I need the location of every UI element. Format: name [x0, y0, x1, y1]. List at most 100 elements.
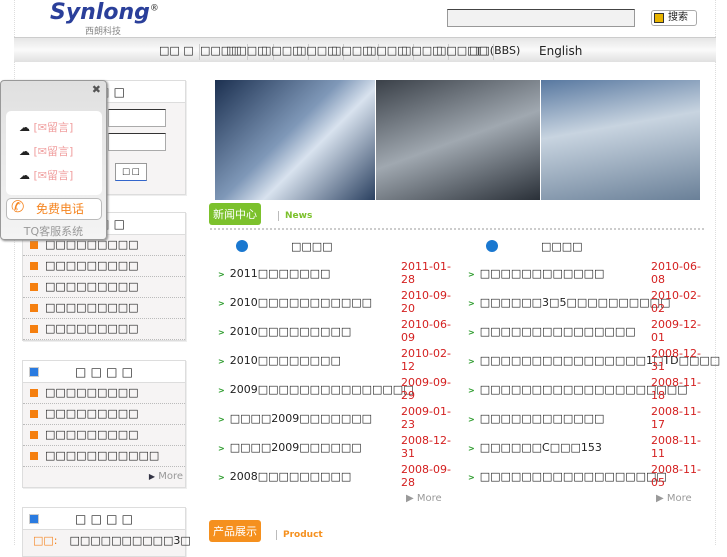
news-item[interactable]: > □□□□2009□□□□□□□: [218, 412, 372, 425]
list-item[interactable]: □□□□□□□□□: [23, 319, 185, 340]
tq-contact[interactable]: ☁ [✉留言]: [19, 119, 73, 135]
news-item[interactable]: >2010□□□□□□□□□□□: [218, 296, 372, 309]
arrow-icon: >: [218, 299, 225, 308]
bullet-icon: [30, 304, 38, 312]
box-icon: [29, 514, 39, 524]
tq-system-label: TQ客服系统: [23, 225, 84, 238]
news-date: 2009-12-01: [651, 318, 701, 344]
close-icon[interactable]: ✖: [92, 83, 101, 96]
play-icon: ▶: [406, 493, 417, 504]
news-date: 2008-11-05: [651, 463, 701, 489]
news-date: 2010-02-12: [401, 347, 451, 373]
news-date: 2010-09-20: [401, 289, 451, 315]
arrow-icon: >: [468, 415, 475, 424]
news-column-title: □□□□: [486, 240, 583, 253]
list-item[interactable]: □□□□□□□□□: [23, 404, 185, 425]
username-input[interactable]: [108, 109, 166, 127]
box-3: □ □ □ □ □□□□□□□□□ □□□□□□□□□ □□□□□□□□□ □□□□□…: [22, 360, 186, 488]
news-item[interactable]: > □□□□□□□□□□□□□□□□□□: [468, 470, 667, 483]
arrow-icon: >: [468, 270, 475, 279]
box-4-title: □ □ □ □: [23, 508, 185, 530]
more-link[interactable]: ▶ More: [23, 467, 185, 487]
news-section-en: News: [278, 211, 312, 221]
arrow-icon: >: [468, 444, 475, 453]
more-link[interactable]: ▶ More: [406, 493, 442, 504]
bullet-icon: [30, 410, 38, 418]
column-icon: [486, 240, 498, 252]
arrow-icon: >: [468, 299, 475, 308]
news-item[interactable]: > □□□□□□□□□□□□: [468, 267, 604, 280]
news-item[interactable]: >2010□□□□□□□□: [218, 354, 341, 367]
search-input[interactable]: [447, 9, 635, 27]
box-4-item[interactable]: □□□□□□□□□□3□: [70, 534, 191, 547]
bullet-icon: [30, 389, 38, 397]
news-date: 2008-12-31: [651, 347, 701, 373]
user-icon: ☁: [19, 145, 34, 158]
tq-contact[interactable]: ☁ [✉留言]: [19, 167, 73, 183]
list-item[interactable]: □□□□□□□□□: [23, 277, 185, 298]
news-item[interactable]: >2010□□□□□□□□□: [218, 325, 351, 338]
bullet-icon: [30, 325, 38, 333]
news-section-tag: 新闻中心: [209, 203, 261, 225]
arrow-icon: >: [218, 357, 225, 366]
arrow-icon: >: [468, 357, 475, 366]
list-item[interactable]: □□□□□□□□□: [23, 298, 185, 319]
column-icon: [236, 240, 248, 252]
arrow-icon: >: [218, 444, 225, 453]
arrow-icon: >: [218, 473, 225, 482]
list-item[interactable]: □□□□□□□□□□□: [23, 446, 185, 467]
news-item[interactable]: > □□□□□□C□□□153: [468, 441, 602, 454]
bullet-icon: [30, 262, 38, 270]
news-date: 2009-01-23: [401, 405, 451, 431]
nav-item[interactable]: □□ □: [154, 44, 200, 60]
news-date: 2011-01-28: [401, 260, 451, 286]
news-item[interactable]: >2008□□□□□□□□□: [218, 470, 351, 483]
bullet-icon: [30, 452, 38, 460]
arrow-icon: >: [468, 473, 475, 482]
tq-chat-widget: ✖ ✆ 免费电话 TQ客服系统 ☁ [✉留言] ☁ [✉留言] ☁ [✉留言]: [0, 80, 107, 240]
arrow-icon: >: [468, 386, 475, 395]
news-date: 2008-11-11: [651, 434, 701, 460]
logo[interactable]: Synlong®: [50, 0, 159, 25]
play-icon: ▶: [656, 493, 667, 504]
list-item[interactable]: □□□□□□□□□: [23, 425, 185, 446]
search-button[interactable]: 搜索: [651, 10, 697, 26]
nav-item[interactable]: □□(BBS): [464, 44, 525, 60]
product-section-en: Product: [276, 530, 323, 540]
arrow-icon: >: [218, 415, 225, 424]
news-date: 2008-11-18: [651, 376, 701, 402]
login-button[interactable]: □ □: [115, 163, 147, 181]
box-3-title: □ □ □ □: [23, 361, 185, 383]
news-date: 2008-12-31: [401, 434, 451, 460]
news-item[interactable]: > □□□□□□□□□□□□: [468, 412, 604, 425]
phone-icon: ✆: [11, 197, 25, 216]
bullet-icon: [30, 431, 38, 439]
main-nav: □□ □ □□□□ □□□□ □□□□ □□□□ □□□□ □□□□ □□□□ □□□□□ □□(…: [14, 37, 716, 62]
logo-subtitle: 西朗科技: [85, 27, 122, 37]
free-call-button[interactable]: ✆ 免费电话: [6, 197, 102, 220]
tq-contact[interactable]: ☁ [✉留言]: [19, 143, 73, 159]
arrow-icon: >: [218, 270, 225, 279]
news-date: 2009-09-29: [401, 376, 451, 402]
user-icon: ☁: [19, 169, 34, 182]
search-icon: [654, 13, 664, 23]
news-item[interactable]: > □□□□□□3□5□□□□□□□□□□: [468, 296, 670, 309]
news-date: 2010-06-08: [651, 260, 701, 286]
news-date: 2008-11-17: [651, 405, 701, 431]
nav-item[interactable]: English: [534, 44, 587, 60]
news-date: 2010-06-09: [401, 318, 451, 344]
news-item[interactable]: >2009□□□□□□□□□□□□□□□: [218, 383, 414, 396]
more-link[interactable]: ▶ More: [656, 493, 692, 504]
password-input[interactable]: [108, 133, 166, 151]
news-date: 2010-02-02: [651, 289, 701, 315]
box-4: □ □ □ □ □□: □□□□□□□□□□3□: [22, 507, 191, 557]
list-item[interactable]: □□□□□□□□□: [23, 383, 185, 404]
news-column-title: □□□□: [236, 240, 333, 253]
news-item[interactable]: >2011□□□□□□□: [218, 267, 330, 280]
arrow-icon: >: [218, 386, 225, 395]
list-item[interactable]: □□□□□□□□□: [23, 256, 185, 277]
news-date: 2008-09-28: [401, 463, 451, 489]
news-item[interactable]: > □□□□2009□□□□□□: [218, 441, 362, 454]
news-item[interactable]: > □□□□□□□□□□□□□□□: [468, 325, 636, 338]
arrow-icon: >: [468, 328, 475, 337]
